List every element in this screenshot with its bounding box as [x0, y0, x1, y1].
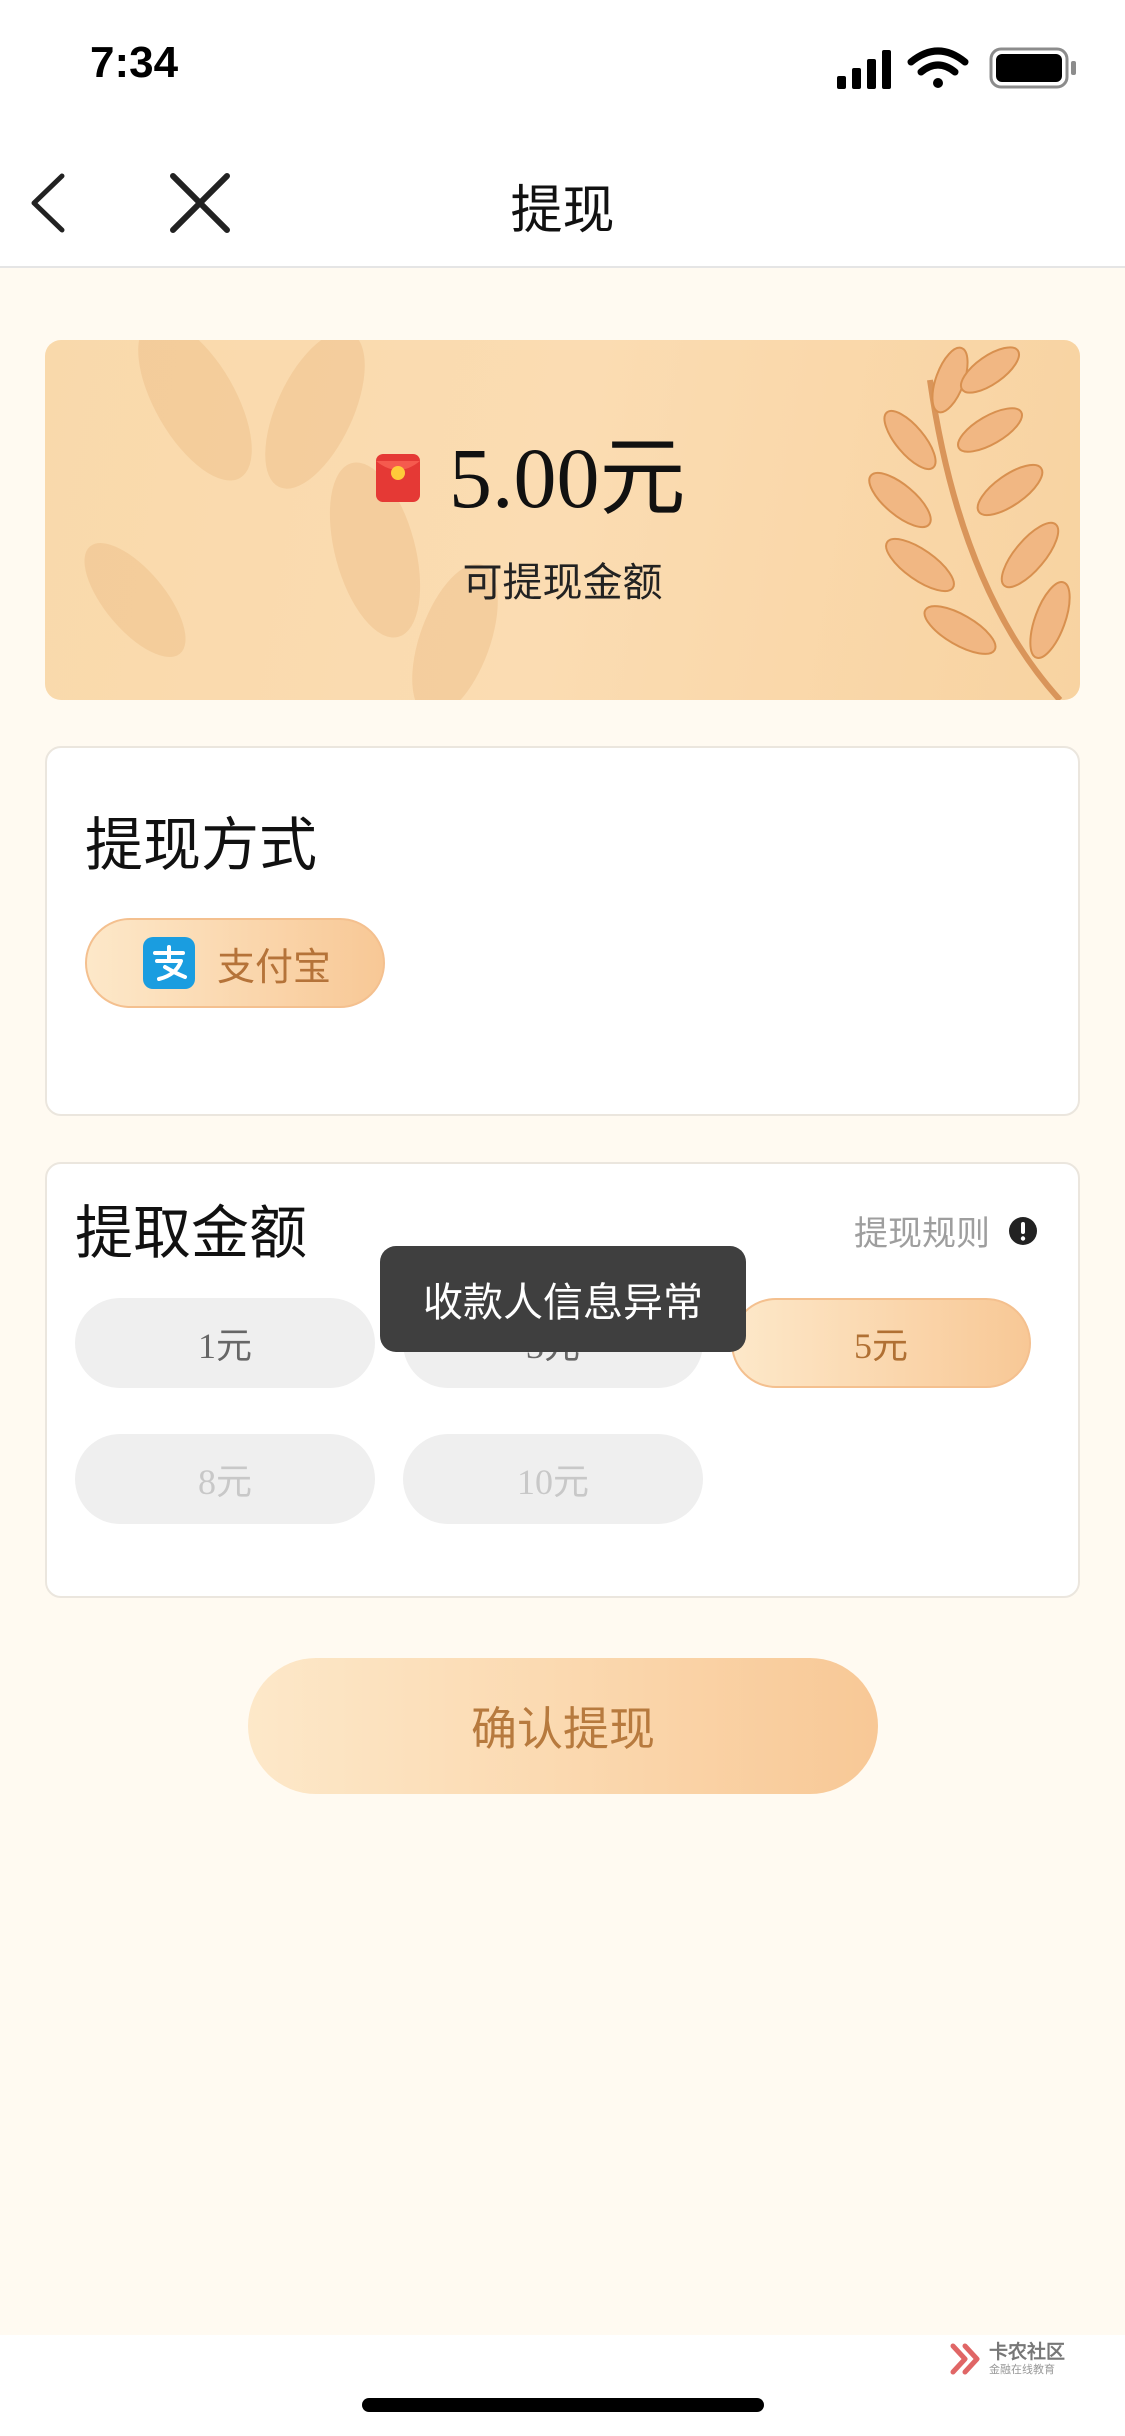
navigation-bar: 提现 — [0, 140, 1125, 268]
alipay-option[interactable]: 支付宝 — [85, 918, 385, 1008]
wifi-icon — [907, 47, 969, 88]
balance-card: 5.00元 可提现金额 — [45, 340, 1080, 700]
amount-option-5[interactable]: 5元 — [731, 1298, 1031, 1388]
balance-label: 可提现金额 — [462, 560, 663, 606]
withdraw-method-card: 提现方式 支付宝 — [45, 746, 1080, 1116]
laurel-decoration-right — [868, 346, 1071, 700]
red-packet-icon — [376, 454, 420, 502]
status-time: 7:34 — [90, 38, 179, 87]
info-icon — [1009, 1216, 1037, 1245]
withdraw-rules-label: 提现规则 — [854, 1214, 990, 1254]
withdraw-rules-link[interactable]: 提现规则 — [854, 1206, 1038, 1255]
amount-option-8: 8元 — [75, 1434, 375, 1524]
battery-icon — [989, 47, 1076, 89]
watermark-name: 卡农社区 — [988, 2341, 1065, 2363]
error-toast: 收款人信息异常 — [380, 1246, 746, 1352]
cellular-signal-icon — [837, 50, 891, 89]
status-icons — [837, 47, 1076, 89]
status-bar: 7:34 — [0, 0, 1125, 140]
withdraw-amount-card: 提取金额 提现规则 1元 3元 5元 8元 10元 — [45, 1162, 1080, 1598]
watermark: 卡农社区 金融在线教育 — [949, 2342, 1065, 2376]
withdraw-amount-title: 提取金额 — [75, 1199, 308, 1267]
page-title: 提现 — [510, 181, 615, 241]
balance-amount-row: 5.00元 — [375, 435, 686, 521]
home-indicator[interactable] — [362, 2398, 764, 2412]
alipay-label: 支付宝 — [217, 944, 332, 989]
watermark-logo-icon — [950, 2343, 980, 2375]
amount-option-1[interactable]: 1元 — [75, 1298, 375, 1388]
amount-option-10: 10元 — [403, 1434, 703, 1524]
confirm-withdraw-button[interactable]: 确认提现 — [248, 1658, 878, 1794]
watermark-subtitle: 金融在线教育 — [988, 2362, 1055, 2376]
withdraw-method-title: 提现方式 — [85, 811, 318, 879]
alipay-icon — [143, 937, 195, 989]
balance-amount: 5.00元 — [449, 430, 686, 526]
